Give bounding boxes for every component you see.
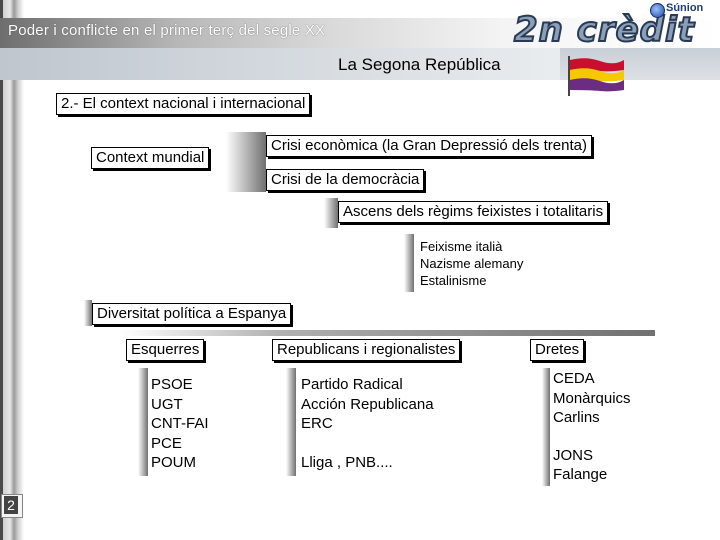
connector-shade <box>138 368 148 476</box>
regime-item: Nazisme alemany <box>420 256 524 271</box>
left-decorative-bar <box>0 0 24 540</box>
party-item: CNT-FAI <box>151 415 209 432</box>
party-item: POUM <box>151 454 196 471</box>
page-number: 2 <box>4 496 18 514</box>
crisis-economic-box: Crisi econòmica (la Gran Depressió dels … <box>266 135 592 157</box>
regime-item: Feixisme italià <box>420 239 503 254</box>
column-title-esquerres: Esquerres <box>126 339 205 361</box>
sunion-globe-icon <box>650 3 665 18</box>
party-item: PSOE <box>151 376 193 393</box>
party-item: Lliga , PNB.... <box>301 454 393 471</box>
context-mundial-box: Context mundial <box>91 147 210 169</box>
crisis-democracy-box: Crisi de la democràcia <box>266 169 425 191</box>
regime-item: Estalinisme <box>420 273 487 288</box>
connector-shade <box>226 132 266 192</box>
party-item: UGT <box>151 395 183 413</box>
party-item: Falange <box>553 466 608 483</box>
party-item: Carlins <box>553 409 600 426</box>
party-item: PCE <box>151 434 182 452</box>
connector-shade <box>286 368 296 476</box>
header-title: Poder i conflicte en el primer terç del … <box>8 22 326 39</box>
divider-rule <box>120 330 655 336</box>
republic-flag-icon <box>568 56 624 96</box>
party-item: Acción Republicana <box>301 395 434 413</box>
connector-shade <box>84 300 92 326</box>
section-heading: 2.- El context nacional i internacional <box>56 93 311 115</box>
party-item: Partido Radical <box>301 376 403 393</box>
credit-logo: 2n crèdit <box>513 9 695 51</box>
party-item: ERC <box>301 415 333 432</box>
brand-logo: Súnion <box>666 2 704 14</box>
column-title-dretes: Dretes <box>530 339 585 361</box>
fascism-rise-box: Ascens dels règims feixistes i totalitar… <box>338 201 609 223</box>
party-item: Monàrquics <box>553 389 631 407</box>
party-item: CEDA <box>553 370 595 387</box>
spain-politics-box: Diversitat política a Espanya <box>92 303 292 325</box>
connector-shade <box>324 198 338 228</box>
connector-shade <box>404 234 414 292</box>
party-item: JONS <box>553 446 594 464</box>
connector-shade <box>542 368 550 486</box>
column-title-republicans: Republicans i regionalistes <box>272 339 461 361</box>
slide-subtitle: La Segona República <box>338 55 501 74</box>
